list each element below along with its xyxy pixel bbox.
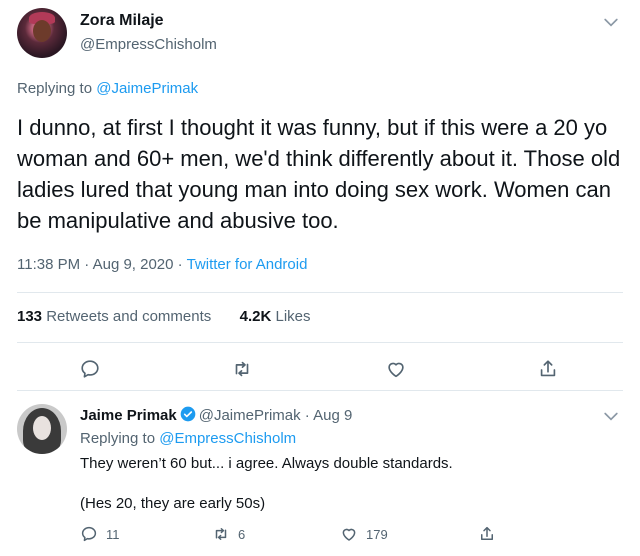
retweet-count: 6 [238, 526, 246, 542]
like-button[interactable] [384, 357, 408, 381]
replying-to: Replying to @JaimePrimak [17, 80, 198, 97]
reply-author-handle[interactable]: @JaimePrimak · Aug 9 [199, 407, 353, 424]
retweets-label: Retweets and comments [46, 308, 212, 325]
replying-to-link[interactable]: @JaimePrimak [96, 80, 198, 97]
author-name[interactable]: Zora Milaje [80, 12, 164, 30]
divider [17, 390, 623, 391]
reply-replying-prefix: Replying to [80, 430, 160, 447]
retweets-count: 133 [17, 308, 43, 325]
author-handle[interactable]: @EmpressChisholm [80, 36, 217, 53]
divider [17, 292, 623, 293]
reply-count: 11 [106, 526, 120, 542]
tweet-stats: 133 Retweets and comments 4.2K Likes [17, 308, 311, 325]
reply-author-name[interactable]: Jaime Primak [80, 407, 177, 424]
heart-icon [342, 528, 356, 541]
reply-text-line2: (Hes 20, they are early 50s) [80, 495, 266, 512]
heart-icon [388, 362, 404, 378]
reply-author-line: Jaime Primak @JaimePrimak · Aug 9 [80, 406, 352, 424]
more-options-button[interactable] [601, 12, 621, 37]
reply-like-button[interactable]: 179 [340, 525, 388, 543]
verified-badge-icon [180, 406, 196, 422]
reply-text-line1: They weren’t 60 but... i agree. Always d… [80, 455, 453, 472]
likes-stat[interactable]: 4.2K Likes [240, 308, 311, 325]
retweet-icon [235, 361, 249, 377]
reply-replying-link[interactable]: @EmpressChisholm [159, 430, 296, 447]
chevron-down-icon [604, 412, 618, 421]
chevron-down-icon [604, 18, 618, 27]
retweets-stat[interactable]: 133 Retweets and comments [17, 308, 211, 325]
reply-replying-to: Replying to @EmpressChisholm [80, 430, 296, 447]
tweet-source[interactable]: Twitter for Android [187, 256, 308, 273]
reply-retweet-button[interactable]: 6 [212, 525, 245, 543]
reply-more-options-button[interactable] [601, 406, 621, 431]
reply-button[interactable] [78, 357, 102, 381]
tweet-meta: 11:38 PM · Aug 9, 2020 · Twitter for And… [17, 256, 307, 273]
avatar-face [33, 20, 51, 42]
tweet-timestamp[interactable]: 11:38 PM · Aug 9, 2020 · [17, 256, 187, 273]
retweet-icon [215, 528, 227, 540]
share-icon [481, 526, 493, 540]
reply-reply-button[interactable]: 11 [80, 525, 120, 543]
likes-count: 4.2K [239, 308, 272, 325]
replying-to-prefix: Replying to [17, 80, 97, 97]
reply-author-avatar[interactable] [17, 404, 67, 454]
likes-label: Likes [275, 308, 311, 325]
divider [17, 342, 623, 343]
reply-icon [81, 526, 97, 542]
author-avatar[interactable] [17, 8, 67, 58]
tweet-text: I dunno, at first I thought it was funny… [17, 115, 621, 233]
like-count: 179 [366, 526, 388, 542]
share-button[interactable] [536, 357, 560, 381]
reply-icon [81, 360, 99, 378]
share-icon [540, 360, 556, 377]
retweet-button[interactable] [230, 357, 254, 381]
reply-share-button[interactable] [478, 525, 504, 543]
avatar-face [33, 416, 51, 440]
